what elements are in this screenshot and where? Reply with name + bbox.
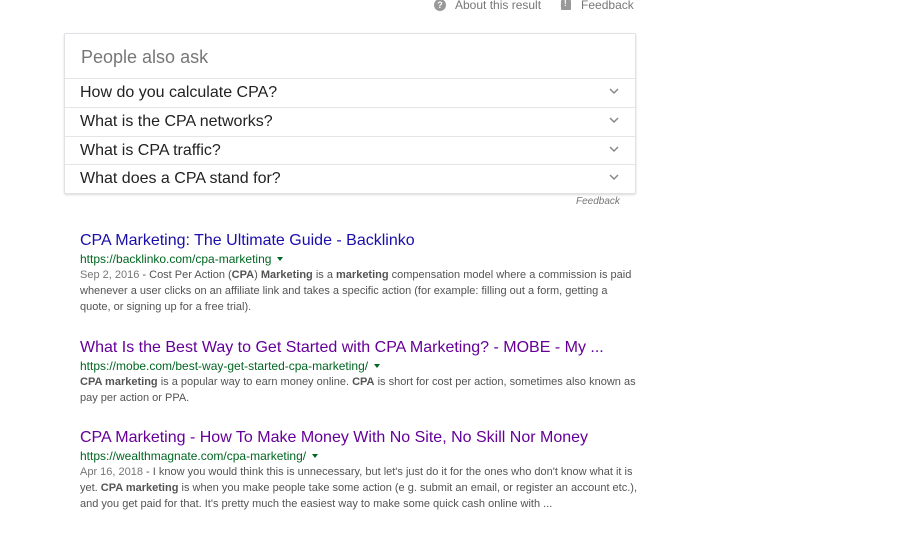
paa-question-text: How do you calculate CPA? [80,84,278,101]
result-url-text: https://mobe.com/best-way-get-started-cp… [80,359,369,373]
paa-question-3[interactable]: What is CPA traffic? [65,136,635,165]
result-url-text: https://backlinko.com/cpa-marketing [80,252,272,266]
paa-question-text: What is CPA traffic? [80,142,221,159]
paa-question-4[interactable]: What does a CPA stand for? [65,164,635,193]
paa-question-2[interactable]: What is the CPA networks? [65,107,635,136]
result-url: https://wealthmagnate.com/cpa-marketing/ [80,448,640,464]
about-this-result-label: About this result [455,0,542,12]
paa-question-text: What does a CPA stand for? [80,170,281,187]
chevron-down-icon [609,88,619,96]
result-title-link[interactable]: CPA Marketing: The Ultimate Guide - Back… [80,231,640,251]
result-url-text: https://wealthmagnate.com/cpa-marketing/ [80,449,307,463]
paa-feedback-link[interactable]: Feedback [576,196,620,207]
feedback-label: Feedback [581,0,634,12]
search-result-1: CPA Marketing: The Ultimate Guide - Back… [80,231,640,315]
result-snippet: CPA marketing is a popular way to earn m… [80,376,636,404]
dropdown-arrow-icon[interactable] [312,454,319,458]
search-result-3: CPA Marketing - How To Make Money With N… [80,428,640,512]
feedback-link[interactable]: Feedback [561,0,634,12]
question-icon: ? [434,0,446,11]
result-topbar: ? About this result Feedback [434,0,634,14]
chevron-down-icon [609,146,619,154]
result-title-link[interactable]: What Is the Best Way to Get Started with… [80,338,640,358]
result-snippet: Apr 16, 2018 - I know you would think th… [80,466,637,510]
paa-question-text: What is the CPA networks? [80,113,273,130]
result-url: https://backlinko.com/cpa-marketing [80,251,640,267]
people-also-ask-title: People also ask [81,47,209,67]
chevron-down-icon [609,174,619,182]
chevron-down-icon [609,117,619,125]
feedback-icon [561,0,572,10]
result-url: https://mobe.com/best-way-get-started-cp… [80,358,640,374]
paa-question-1[interactable]: How do you calculate CPA? [65,78,635,107]
people-also-ask-box: People also ask How do you calculate CPA… [64,33,636,194]
dropdown-arrow-icon[interactable] [374,364,381,368]
result-title-link[interactable]: CPA Marketing - How To Make Money With N… [80,428,640,448]
about-this-result-link[interactable]: ? About this result [434,0,541,12]
search-result-2: What Is the Best Way to Get Started with… [80,338,640,406]
dropdown-arrow-icon[interactable] [277,257,284,261]
result-snippet: Sep 2, 2016 - Cost Per Action (CPA) Mark… [80,269,632,313]
